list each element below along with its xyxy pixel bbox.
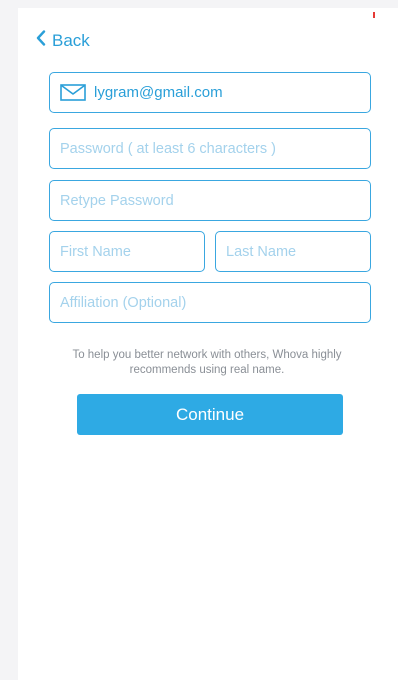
first-name-field[interactable] bbox=[49, 231, 205, 272]
status-indicator bbox=[373, 12, 375, 18]
back-label: Back bbox=[52, 30, 90, 50]
password-field[interactable] bbox=[49, 128, 371, 169]
last-name-input[interactable] bbox=[226, 243, 360, 260]
affiliation-input[interactable] bbox=[60, 294, 360, 311]
last-name-field[interactable] bbox=[215, 231, 371, 272]
email-input[interactable] bbox=[94, 84, 360, 101]
retype-password-field[interactable] bbox=[49, 180, 371, 221]
retype-password-input[interactable] bbox=[60, 192, 360, 209]
real-name-note: To help you better network with others, … bbox=[72, 349, 342, 376]
affiliation-field[interactable] bbox=[49, 282, 371, 323]
continue-button[interactable]: Continue bbox=[77, 394, 343, 435]
password-input[interactable] bbox=[60, 140, 360, 157]
first-name-input[interactable] bbox=[60, 243, 194, 260]
envelope-icon bbox=[60, 84, 86, 101]
email-field[interactable] bbox=[49, 72, 371, 113]
back-button[interactable]: Back bbox=[36, 30, 90, 51]
chevron-left-icon bbox=[36, 30, 52, 51]
signup-screen: Back To help you better network with oth… bbox=[18, 8, 398, 680]
